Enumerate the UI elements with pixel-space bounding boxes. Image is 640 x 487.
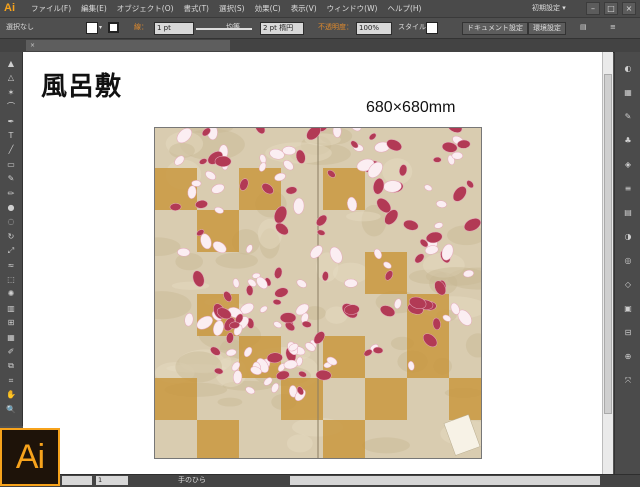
menu-list: ファイル(F) 編集(E) オブジェクト(O) 書式(T) 選択(S) 効果(C) 表示(V… bbox=[26, 0, 426, 17]
transparency-icon[interactable]: ◑ bbox=[622, 232, 634, 242]
furoshiki-image bbox=[155, 128, 481, 458]
zoom-field[interactable] bbox=[62, 476, 92, 485]
vertical-scroll-thumb[interactable] bbox=[604, 74, 612, 414]
menu-item[interactable]: ウィンドウ(W) bbox=[322, 0, 383, 17]
menu-item[interactable]: 選択(S) bbox=[214, 0, 250, 17]
mesh-icon[interactable]: ⊞ bbox=[4, 317, 18, 329]
artboard-size-label: 680×680mm bbox=[366, 99, 456, 116]
brushes-icon[interactable]: ✎ bbox=[622, 112, 634, 122]
stroke-label: 線： bbox=[134, 23, 148, 31]
align-icon[interactable]: ▤ bbox=[580, 22, 587, 33]
eraser-icon[interactable]: ◌ bbox=[4, 216, 18, 228]
blob-brush-icon[interactable]: ● bbox=[4, 202, 18, 214]
brush-definition-field[interactable]: 2 pt 楕円 bbox=[260, 22, 304, 35]
transform-icon[interactable]: ⤧ bbox=[622, 376, 634, 386]
artboard-title: 風呂敷 bbox=[41, 72, 123, 102]
opacity-label[interactable]: 不透明度： bbox=[318, 22, 353, 33]
app-logo: Ai bbox=[4, 2, 15, 14]
blend-icon[interactable]: ⧉ bbox=[4, 360, 18, 372]
symbols-icon[interactable]: ♣ bbox=[622, 136, 634, 146]
stroke-icon[interactable]: ≡ bbox=[622, 184, 634, 194]
free-transform-icon[interactable]: ⬚ bbox=[4, 274, 18, 286]
menu-item[interactable]: ファイル(F) bbox=[26, 0, 76, 17]
gradient-panel-icon[interactable]: ▤ bbox=[622, 208, 634, 218]
horizontal-scrollbar[interactable] bbox=[290, 476, 600, 485]
fill-dropdown-icon[interactable]: ▾ bbox=[99, 22, 102, 33]
stroke-line-preview bbox=[196, 22, 252, 30]
minimize-icon[interactable]: – bbox=[586, 2, 600, 15]
direct-selection-icon[interactable]: △ bbox=[4, 72, 18, 84]
layers-icon[interactable]: ◇ bbox=[622, 280, 634, 290]
menu-item[interactable]: 書式(T) bbox=[179, 0, 214, 17]
selection-icon[interactable]: ▲ bbox=[4, 58, 18, 70]
symbol-sprayer-icon[interactable]: ✺ bbox=[4, 288, 18, 300]
illustrator-logo-text: Ai bbox=[15, 437, 45, 476]
type-icon[interactable]: T bbox=[4, 130, 18, 142]
graph-icon[interactable]: ▥ bbox=[4, 303, 18, 315]
zoom-icon[interactable]: 🔍 bbox=[4, 404, 18, 416]
pencil-icon[interactable]: ✏ bbox=[4, 188, 18, 200]
line-icon[interactable]: ╱ bbox=[4, 144, 18, 156]
stroke-weight-field[interactable]: 1 pt bbox=[154, 22, 194, 35]
stroke-profile-label[interactable]: 均等 bbox=[226, 22, 240, 33]
pathfinder-icon[interactable]: ⊕ bbox=[622, 352, 634, 362]
panel-dock: ◐ ▦ ✎ ♣ ◈ ≡ ▤ ◑ ◎ ◇ ▣ ⊟ ⊕ ⤧ bbox=[614, 52, 640, 474]
document-tab[interactable]: × bbox=[26, 40, 230, 51]
artboards-icon[interactable]: ▣ bbox=[622, 304, 634, 314]
lasso-icon[interactable]: ⌒ bbox=[4, 101, 18, 113]
menu-bar: Ai ファイル(F) 編集(E) オブジェクト(O) 書式(T) 選択(S) 効果(C) 表… bbox=[0, 0, 640, 18]
warp-icon[interactable]: ≈ bbox=[4, 260, 18, 272]
brush-icon[interactable]: ✎ bbox=[4, 173, 18, 185]
rectangle-icon[interactable]: ▭ bbox=[4, 159, 18, 171]
workspace-switcher[interactable]: 初期設定 ▾ bbox=[532, 3, 566, 13]
close-tab-icon[interactable]: × bbox=[30, 42, 35, 49]
document-settings-button[interactable]: ドキュメント設定 bbox=[462, 22, 528, 35]
pen-icon[interactable]: ✒ bbox=[4, 116, 18, 128]
panel-menu-icon[interactable]: ≡ bbox=[610, 22, 616, 33]
fill-swatch[interactable] bbox=[86, 22, 98, 34]
illustrator-logo: Ai bbox=[0, 428, 60, 486]
artboard-navigation-field[interactable]: 1 bbox=[96, 476, 128, 485]
slice-icon[interactable]: ⌗ bbox=[4, 375, 18, 387]
eyedropper-icon[interactable]: ✐ bbox=[4, 346, 18, 358]
hand-icon[interactable]: ✋ bbox=[4, 389, 18, 401]
rotate-icon[interactable]: ↻ bbox=[4, 231, 18, 243]
furoshiki-artwork[interactable] bbox=[154, 127, 482, 459]
graphic-styles-icon[interactable]: ◈ bbox=[622, 160, 634, 170]
swatches-icon[interactable]: ▦ bbox=[622, 88, 634, 98]
document-tab-bar: × bbox=[0, 39, 640, 53]
vertical-scrollbar[interactable] bbox=[602, 52, 613, 474]
magic-wand-icon[interactable]: ✶ bbox=[4, 87, 18, 99]
canvas[interactable]: 風呂敷 680×680mm bbox=[23, 52, 610, 474]
status-bar: 1 手のひら bbox=[0, 474, 640, 487]
menu-item[interactable]: 効果(C) bbox=[250, 0, 286, 17]
opacity-field[interactable]: 100% bbox=[356, 22, 392, 35]
status-tool-text: 手のひら bbox=[178, 476, 206, 484]
menu-item[interactable]: 表示(V) bbox=[286, 0, 322, 17]
stroke-swatch[interactable] bbox=[108, 22, 119, 33]
control-bar: 選択なし ▾ 線： 1 pt 均等 2 pt 楕円 不透明度： 100% スタイ… bbox=[0, 18, 640, 39]
window-controls: – □ × bbox=[586, 2, 636, 15]
menu-item[interactable]: 編集(E) bbox=[76, 0, 112, 17]
tools-panel: ▲ △ ✶ ⌒ ✒ T ╱ ▭ ✎ ✏ ● ◌ ↻ ⤢ ≈ ⬚ ✺ ▥ ⊞ ▦ ✐ ⧉ ⌗ ✋ 🔍 bbox=[0, 52, 23, 426]
menu-item[interactable]: ヘルプ(H) bbox=[382, 0, 426, 17]
graphic-style-swatch[interactable] bbox=[426, 22, 438, 34]
align-icon[interactable]: ⊟ bbox=[622, 328, 634, 338]
menu-item[interactable]: オブジェクト(O) bbox=[112, 0, 179, 17]
selection-status: 選択なし bbox=[6, 23, 34, 31]
color-icon[interactable]: ◐ bbox=[622, 64, 634, 74]
scale-icon[interactable]: ⤢ bbox=[4, 245, 18, 257]
maximize-icon[interactable]: □ bbox=[604, 2, 618, 15]
close-icon[interactable]: × bbox=[622, 2, 636, 15]
appearance-icon[interactable]: ◎ bbox=[622, 256, 634, 266]
gradient-icon[interactable]: ▦ bbox=[4, 332, 18, 344]
preferences-button[interactable]: 環境設定 bbox=[528, 22, 566, 35]
